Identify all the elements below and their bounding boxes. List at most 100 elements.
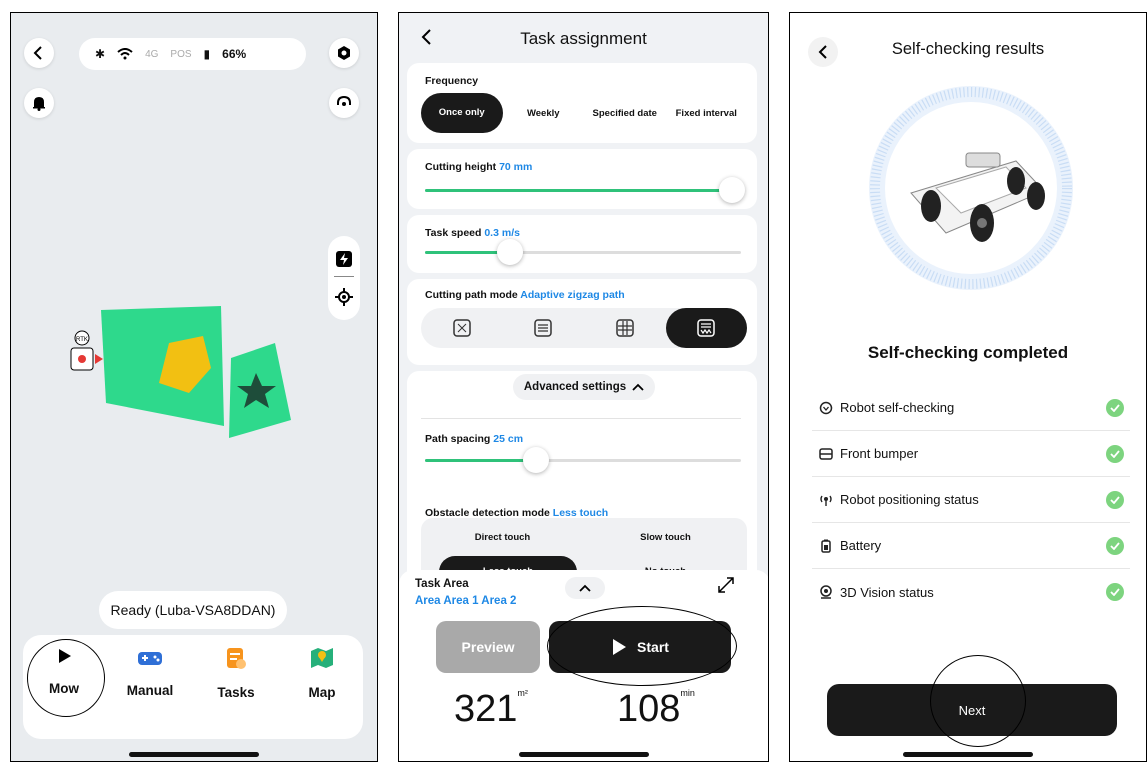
task-speed-card: Task speed 0.3 m/s: [407, 215, 757, 273]
path-mode-grid[interactable]: [584, 308, 666, 348]
cutting-height-caption: Cutting height 70 mm: [425, 161, 532, 173]
task-assignment-screen: Task assignment Frequency Once only Week…: [398, 12, 769, 762]
support-button[interactable]: [329, 88, 359, 118]
frequency-option[interactable]: Once only: [421, 93, 503, 133]
robot-illustration: [869, 86, 1073, 290]
random-path-icon: [453, 319, 471, 337]
fullscreen-button[interactable]: [717, 576, 735, 599]
map-icon: [311, 648, 333, 668]
advanced-settings-toggle[interactable]: Advanced settings: [513, 374, 655, 400]
home-indicator: [129, 752, 259, 757]
check-item: Battery: [812, 523, 1130, 569]
slider-knob[interactable]: [718, 177, 745, 203]
highlight-circle: [930, 655, 1026, 747]
slider-knob[interactable]: [522, 447, 549, 473]
tab-manual[interactable]: Manual: [115, 647, 185, 698]
rtk-label: RTK: [76, 337, 88, 343]
map-side-controls: [328, 236, 360, 320]
check-item-label: Battery: [840, 538, 882, 553]
task-speed-slider[interactable]: [425, 239, 741, 265]
area-unit: m²: [517, 688, 528, 698]
frequency-option[interactable]: Weekly: [503, 108, 585, 119]
tasks-icon: [227, 648, 246, 669]
positioning-icon: [820, 495, 832, 506]
cutting-height-label: Cutting height: [425, 161, 497, 173]
cutting-height-card: Cutting height 70 mm: [407, 149, 757, 209]
settings-button[interactable]: [329, 38, 359, 68]
pos-status: POS: [170, 48, 192, 60]
chevron-left-icon: [33, 46, 42, 60]
divider: [421, 418, 741, 419]
time-value: 108: [617, 688, 681, 730]
check-ok-icon: [1106, 398, 1124, 417]
check-item-label: 3D Vision status: [840, 584, 934, 600]
path-mode-random[interactable]: [421, 308, 503, 348]
frequency-option[interactable]: Specified date: [584, 108, 666, 119]
path-spacing-value: 25 cm: [493, 433, 524, 445]
expand-sheet-button[interactable]: [565, 577, 605, 599]
grid-path-icon: [616, 319, 634, 337]
page-title: Self-checking results: [891, 40, 1045, 58]
tab-map[interactable]: Map: [287, 647, 357, 700]
home-indicator: [518, 752, 649, 757]
obstacle-option[interactable]: Direct touch: [421, 532, 584, 543]
advanced-settings-label: Advanced settings: [523, 381, 627, 393]
time-stat: 108min: [617, 688, 695, 731]
tab-tasks[interactable]: Tasks: [201, 647, 271, 700]
task-area-value[interactable]: Area Area 1 Area 2: [415, 595, 516, 607]
lightning-icon: [336, 251, 352, 267]
mow-screen: ✱ 4G POS ▮ 66% RTK Ready (Luba-VSA8DDAN)…: [10, 12, 378, 762]
check-ok-icon: [1106, 583, 1124, 601]
divider: [334, 276, 354, 277]
robot-icon: [819, 401, 833, 414]
locate-button[interactable]: [335, 288, 353, 311]
check-item-label: Robot self-checking: [840, 400, 955, 415]
highlight-circle: [547, 606, 737, 686]
battery-icon: ▮: [203, 47, 211, 61]
cellular-icon: 4G: [145, 48, 159, 60]
bell-icon: [33, 97, 45, 111]
path-spacing-slider[interactable]: [425, 447, 741, 473]
self-check-screen: Self-checking results Self-checking comp…: [789, 12, 1147, 762]
check-item: 3D Vision status: [812, 569, 1130, 615]
battery-icon: [821, 539, 831, 553]
area-stat: 321m²: [454, 688, 528, 731]
path-mode-perimeter[interactable]: [503, 308, 585, 348]
obstacle-option[interactable]: Slow touch: [584, 532, 747, 543]
frequency-option[interactable]: Fixed interval: [666, 108, 748, 119]
task-speed-value: 0.3 m/s: [484, 227, 520, 239]
battery-level: 66%: [222, 47, 247, 61]
tab-label: Manual: [126, 683, 174, 698]
gamepad-icon: [138, 652, 162, 665]
cutting-path-label: Cutting path mode: [425, 289, 518, 301]
zigzag-path-icon: [697, 319, 715, 337]
back-button[interactable]: [24, 38, 54, 68]
check-item: Front bumper: [812, 431, 1130, 477]
tab-label: Tasks: [217, 685, 255, 700]
frequency-selector: Once only Weekly Specified date Fixed in…: [421, 93, 747, 133]
bumper-icon: [819, 447, 833, 460]
check-ok-icon: [1106, 536, 1124, 555]
check-item-label: Robot positioning status: [840, 492, 979, 507]
check-item: Robot self-checking: [812, 385, 1130, 431]
slider-knob[interactable]: [497, 239, 524, 265]
lawn-map[interactable]: RTK: [61, 298, 301, 443]
home-indicator: [903, 752, 1033, 757]
bluetooth-icon: ✱: [95, 47, 106, 61]
path-mode-zigzag[interactable]: [665, 308, 747, 348]
recharge-button[interactable]: [335, 250, 353, 273]
wifi-icon: [117, 48, 133, 60]
task-speed-label: Task speed: [425, 227, 482, 239]
task-area-label: Task Area: [415, 578, 469, 590]
camera-icon: [820, 585, 832, 599]
preview-button[interactable]: Preview: [436, 621, 540, 673]
path-spacing-caption: Path spacing 25 cm: [425, 433, 523, 445]
path-mode-selector: [421, 308, 747, 348]
cutting-path-value: Adaptive zigzag path: [520, 289, 625, 301]
status-bar: ✱ 4G POS ▮ 66%: [79, 38, 306, 70]
headset-icon: [337, 95, 351, 106]
notification-button[interactable]: [24, 88, 54, 118]
cutting-height-slider[interactable]: [425, 177, 745, 203]
check-item: Robot positioning status: [812, 477, 1130, 523]
chevron-up-icon: [632, 383, 644, 391]
